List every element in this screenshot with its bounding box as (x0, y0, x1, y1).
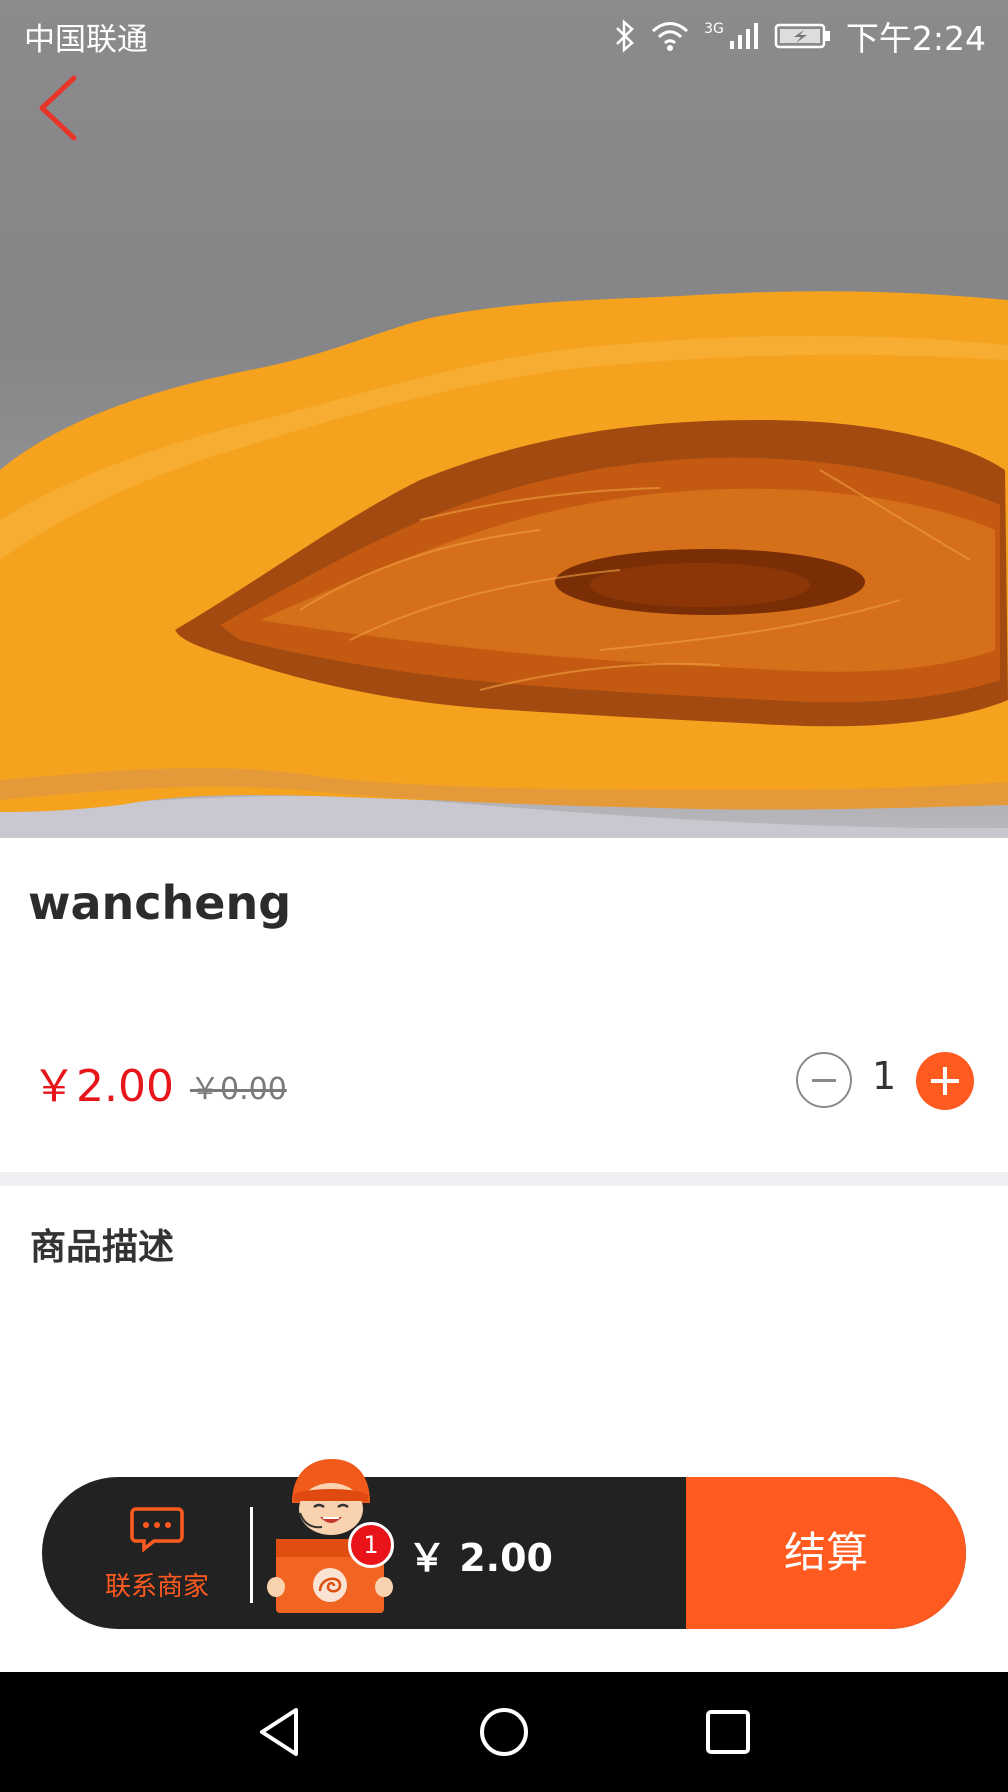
back-button[interactable] (34, 72, 94, 142)
network-type: 3G (704, 21, 724, 37)
chevron-left-icon (39, 75, 77, 141)
increase-quantity-button[interactable] (916, 1052, 974, 1110)
cart-bar-separator (250, 1507, 253, 1603)
wifi-icon (652, 22, 689, 51)
circle-home-icon (480, 1708, 528, 1756)
contact-merchant-label: 联系商家 (104, 1572, 209, 1602)
chat-bubble-icon (130, 1507, 184, 1553)
navigation-bar (0, 1672, 1008, 1792)
cart-bar: 联系商家 1 ￥ 2.00 结算 (42, 1459, 966, 1629)
cart-count-badge: 1 (348, 1522, 394, 1568)
section-divider (0, 1172, 1008, 1186)
triangle-back-icon (260, 1708, 298, 1756)
original-price: ￥0.00 (190, 1072, 287, 1107)
nav-recent-button[interactable] (698, 1702, 758, 1762)
bluetooth-icon (616, 19, 634, 53)
product-image (0, 0, 1008, 838)
carrier-label: 中国联通 (24, 22, 148, 58)
current-price: ￥2.00 (32, 1061, 174, 1112)
status-icons: 3G 下午2:24 (614, 12, 986, 60)
cart-total: ￥ 2.00 (408, 1536, 553, 1580)
battery-icon (774, 23, 830, 49)
status-bar: 中国联通 3G 下午2:24 (0, 0, 1008, 70)
nav-home-button[interactable] (474, 1702, 534, 1762)
checkout-button[interactable]: 结算 (686, 1477, 966, 1629)
description-title: 商品描述 (30, 1227, 175, 1268)
clock: 下午2:24 (845, 19, 986, 58)
quantity-value: 1 (872, 1054, 897, 1098)
contact-merchant-button[interactable]: 联系商家 (92, 1505, 222, 1603)
product-title: wancheng (28, 876, 292, 930)
price-row: ￥2.00 ￥0.00 1 (32, 1050, 982, 1116)
nav-back-button[interactable] (250, 1702, 310, 1762)
decrease-quantity-button[interactable] (796, 1052, 852, 1108)
square-recent-icon (706, 1710, 750, 1754)
signal-icon (729, 23, 758, 49)
